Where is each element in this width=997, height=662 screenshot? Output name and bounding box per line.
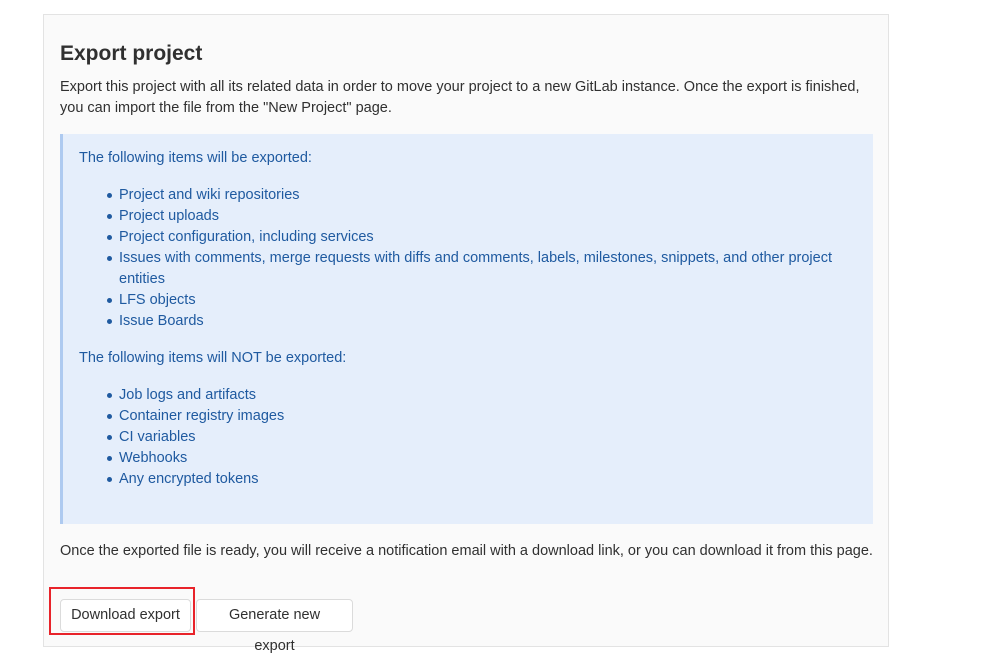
not-exported-list: Job logs and artifacts Container registr… bbox=[79, 385, 857, 490]
list-item: CI variables bbox=[107, 427, 857, 448]
list-item: Issues with comments, merge requests wit… bbox=[107, 248, 857, 290]
list-item: Project configuration, including service… bbox=[107, 227, 857, 248]
notification-text: Once the exported file is ready, you wil… bbox=[60, 543, 873, 559]
exported-heading: The following items will be exported: bbox=[79, 150, 312, 166]
not-exported-heading: The following items will NOT be exported… bbox=[79, 350, 347, 366]
list-item: Project and wiki repositories bbox=[107, 185, 857, 206]
page-title: Export project bbox=[60, 42, 203, 65]
export-project-panel: Export project Export this project with … bbox=[43, 14, 889, 654]
list-item: Webhooks bbox=[107, 448, 857, 469]
export-items-callout: The following items will be exported: Pr… bbox=[60, 134, 873, 524]
generate-new-export-button[interactable]: Generate new export bbox=[196, 599, 353, 654]
list-item: LFS objects bbox=[107, 290, 857, 311]
download-export-button[interactable]: Download export bbox=[60, 599, 191, 632]
intro-text: Export this project with all its related… bbox=[60, 79, 860, 116]
list-item: Any encrypted tokens bbox=[107, 469, 857, 490]
list-item: Job logs and artifacts bbox=[107, 385, 857, 406]
exported-list: Project and wiki repositories Project up… bbox=[79, 185, 857, 332]
list-item: Container registry images bbox=[107, 406, 857, 427]
list-item: Issue Boards bbox=[107, 311, 857, 332]
list-item: Project uploads bbox=[107, 206, 857, 227]
